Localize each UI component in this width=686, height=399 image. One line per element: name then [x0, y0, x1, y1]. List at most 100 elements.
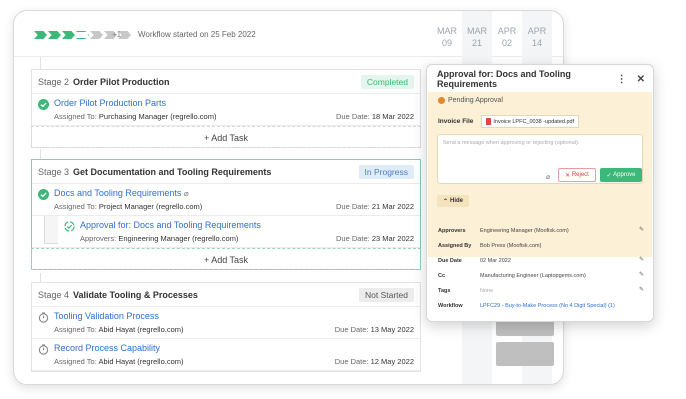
assignee-value: Project Manager (regrello.com) — [98, 202, 203, 211]
property-key: Approvers — [438, 227, 466, 234]
status-badge: Completed — [360, 74, 414, 89]
pencil-icon[interactable]: ✎ — [639, 271, 644, 278]
hide-label: Hide — [450, 198, 464, 204]
hide-button[interactable]: ⌃ Hide — [437, 195, 469, 207]
assignee-value: Purchasing Manager (regrello.com) — [98, 112, 217, 121]
task-name-link[interactable]: Order Pilot Production Parts — [54, 98, 166, 108]
due-label: Due Date: — [336, 234, 370, 243]
task-name-link[interactable]: Record Process Capability — [54, 343, 160, 353]
subtask-approvers: Approvers: Engineering Manager (regrello… — [80, 234, 238, 243]
assigned-label: Assigned To: — [54, 325, 97, 334]
timeline-day: 02 — [501, 38, 512, 48]
timeline-month: MAR — [467, 26, 487, 36]
timer-icon — [38, 312, 49, 323]
stage-header[interactable]: Stage 2 Order Pilot Production Completed — [32, 70, 420, 94]
gantt-bar[interactable] — [496, 342, 554, 366]
task-row[interactable]: Tooling Validation Process Assigned To: … — [32, 307, 420, 339]
progress-step — [62, 31, 75, 39]
task-row[interactable]: Record Process Capability Assigned To: A… — [32, 339, 420, 371]
stage-title: Order Pilot Production — [73, 76, 170, 87]
approval-subtask-row[interactable]: Approval for: Docs and Tooling Requireme… — [32, 216, 420, 248]
paperclip-icon[interactable]: ⌀ — [546, 173, 550, 181]
invoice-file-label: Invoice File — [438, 118, 474, 125]
assigned-label: Assigned To: — [54, 202, 97, 211]
stage-header[interactable]: Stage 3 Get Documentation and Tooling Re… — [32, 160, 420, 184]
property-key: Assigned By — [438, 242, 472, 249]
approvers-value: Engineering Manager (regrello.com) — [118, 234, 239, 243]
property-key: Due Date — [438, 257, 462, 264]
property-value: None — [480, 287, 494, 294]
timeline-month: APR — [497, 26, 517, 36]
approve-button[interactable]: ✓ Approve — [600, 168, 642, 182]
approvers-label: Approvers: — [80, 234, 117, 243]
task-name-link[interactable]: Tooling Validation Process — [54, 311, 159, 321]
stage-title: Validate Tooling & Processes — [73, 289, 198, 300]
timeline-day: 21 — [471, 38, 482, 48]
property-value: Engineering Manager (Moofisk.com) — [480, 227, 569, 234]
file-chip[interactable]: Invoice LPFC_0038 -updated.pdf — [481, 115, 580, 128]
chevron-up-icon: ⌃ — [442, 198, 448, 205]
paperclip-icon: ⌀ — [183, 189, 189, 198]
properties-list: Approvers Engineering Manager (Moofisk.co… — [438, 223, 644, 313]
message-placeholder: Send a message when approving or rejecti… — [443, 140, 580, 146]
task-name: Docs and Tooling Requirements — [54, 188, 182, 198]
approval-pending-icon — [64, 221, 75, 232]
check-circle-icon — [38, 99, 49, 110]
pencil-icon[interactable]: ✎ — [639, 256, 644, 263]
pending-status: Pending Approval — [438, 97, 503, 104]
task-row[interactable]: Docs and Tooling Requirements ⌀ Assigned… — [32, 184, 420, 216]
task-row[interactable]: Order Pilot Production Parts Assigned To… — [32, 94, 420, 126]
subtask-due-date: Due Date: 23 Mar 2022 — [336, 234, 414, 243]
timer-icon — [38, 344, 49, 355]
property-value: Manufacturing Engineer (Laptopgems.com) — [480, 272, 586, 279]
add-task-button[interactable]: + Add Task — [31, 248, 421, 270]
workflow-link[interactable]: LPFC29 - Buy-to-Make Process (No 4 Digit… — [480, 303, 644, 309]
more-options-icon[interactable]: ⋮ — [617, 74, 627, 85]
message-input[interactable]: Send a message when approving or rejecti… — [437, 134, 643, 184]
progress-overflow-count: +1 — [112, 30, 122, 39]
property-row: Tags None ✎ — [438, 283, 644, 298]
property-row: Cc Manufacturing Engineer (Laptopgems.com… — [438, 268, 644, 283]
timeline-day: 09 — [441, 38, 452, 48]
task-assignee: Assigned To: Abid Hayat (regrello.com) — [54, 325, 184, 334]
due-value: 12 May 2022 — [370, 357, 414, 366]
pencil-icon[interactable]: ✎ — [639, 286, 644, 293]
stage-card: Stage 4 Validate Tooling & Processes Not… — [31, 282, 421, 372]
property-row: Workflow LPFC29 - Buy-to-Make Process (No… — [438, 298, 644, 313]
due-value: 21 Mar 2022 — [371, 202, 414, 211]
approve-label: Approve — [613, 172, 636, 178]
task-assignee: Assigned To: Abid Hayat (regrello.com) — [54, 357, 184, 366]
property-key: Cc — [438, 272, 446, 279]
timeline-month: MAR — [437, 26, 457, 36]
file-name: Invoice LPFC_0038 -updated.pdf — [493, 118, 575, 125]
add-task-button[interactable]: + Add Task — [31, 126, 421, 148]
pdf-file-icon — [486, 118, 492, 125]
check-circle-icon — [38, 189, 49, 200]
progress-step — [90, 31, 103, 39]
progress-step — [48, 31, 61, 39]
reject-button[interactable]: ✕ Reject — [558, 168, 596, 182]
task-due-date: Due Date: 12 May 2022 — [335, 357, 414, 366]
task-assignee: Assigned To: Project Manager (regrello.c… — [54, 202, 202, 211]
task-assignee: Assigned To: Purchasing Manager (regrell… — [54, 112, 216, 121]
panel-title: Approval for: Docs and Tooling Requireme… — [437, 69, 571, 89]
stage-number: Stage 4 — [38, 289, 70, 300]
task-name-link[interactable]: Docs and Tooling Requirements ⌀ — [54, 188, 189, 198]
reject-label: Reject — [571, 172, 589, 178]
property-key: Tags — [438, 287, 451, 294]
close-icon[interactable]: ✕ — [637, 74, 645, 85]
stage-header[interactable]: Stage 4 Validate Tooling & Processes Not… — [32, 283, 420, 307]
due-value: 13 May 2022 — [370, 325, 414, 334]
panel-header: Approval for: Docs and Tooling Requireme… — [427, 65, 653, 93]
task-due-date: Due Date: 21 Mar 2022 — [336, 202, 414, 211]
pencil-icon[interactable]: ✎ — [639, 226, 644, 233]
property-value: Bob Press (Moofisk.com) — [480, 242, 542, 249]
timeline-day: 14 — [531, 38, 542, 48]
assigned-label: Assigned To: — [54, 357, 97, 366]
subtask-rail — [44, 216, 58, 244]
approval-panel: Approval for: Docs and Tooling Requireme… — [426, 64, 654, 322]
status-badge: Not Started — [359, 287, 414, 302]
due-label: Due Date: — [334, 325, 369, 334]
assignee-value: Abid Hayat (regrello.com) — [98, 325, 184, 334]
subtask-name-link[interactable]: Approval for: Docs and Tooling Requireme… — [80, 220, 261, 230]
